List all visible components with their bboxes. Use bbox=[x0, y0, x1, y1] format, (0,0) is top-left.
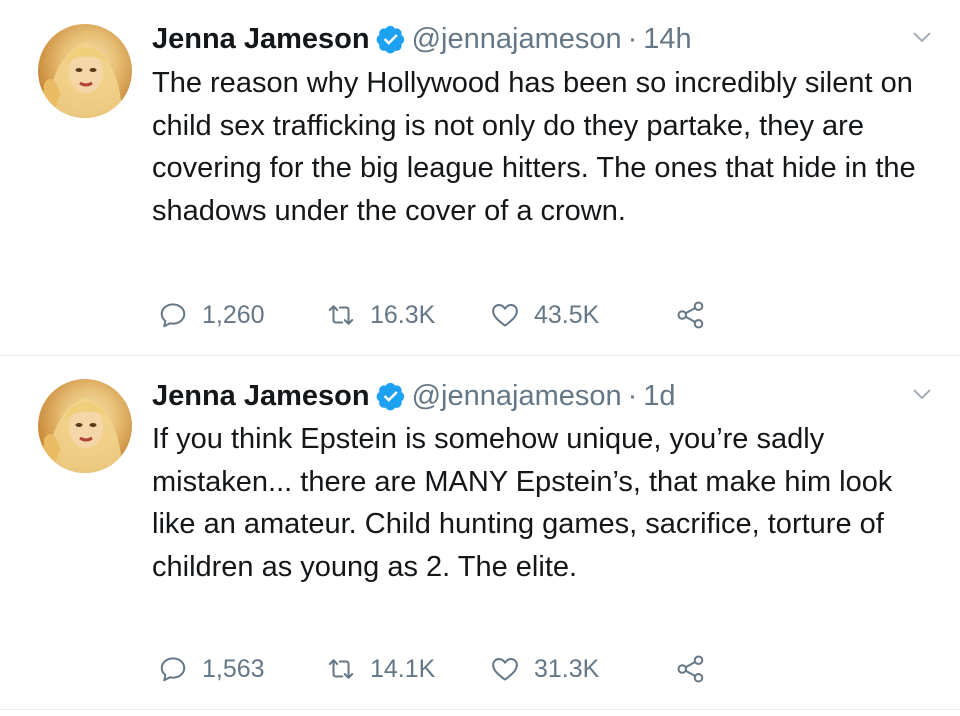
chevron-down-icon[interactable] bbox=[912, 30, 932, 44]
tweet-timestamp[interactable]: 14h bbox=[643, 19, 691, 59]
author-handle[interactable]: @jennajameson bbox=[412, 19, 622, 59]
verified-badge-icon bbox=[376, 25, 404, 54]
avatar[interactable] bbox=[38, 379, 132, 473]
like-button[interactable]: 43.5K bbox=[490, 300, 676, 330]
author-name[interactable]: Jenna Jameson bbox=[152, 19, 370, 59]
tweet-header: Jenna Jameson @jennajameson · 14h bbox=[152, 19, 920, 59]
tweet-timestamp[interactable]: 1d bbox=[643, 376, 675, 416]
chevron-down-icon[interactable] bbox=[912, 387, 932, 401]
author-name[interactable]: Jenna Jameson bbox=[152, 376, 370, 416]
separator-dot: · bbox=[627, 23, 638, 55]
reply-count: 1,563 bbox=[202, 654, 265, 683]
retweet-count: 14.1K bbox=[370, 654, 436, 683]
reply-button[interactable]: 1,260 bbox=[158, 300, 326, 330]
like-count: 31.3K bbox=[534, 654, 600, 683]
tweet[interactable]: Jenna Jameson @jennajameson · 14h The re… bbox=[0, 0, 960, 356]
reply-count: 1,260 bbox=[202, 300, 265, 329]
tweet[interactable]: Jenna Jameson @jennajameson · 1d If you … bbox=[0, 357, 960, 710]
tweet-actions: 1,260 16.3K 43.5K bbox=[158, 295, 706, 335]
like-button[interactable]: 31.3K bbox=[490, 654, 676, 684]
separator-dot: · bbox=[627, 380, 638, 412]
share-button[interactable] bbox=[676, 654, 706, 684]
like-count: 43.5K bbox=[534, 300, 600, 329]
author-handle[interactable]: @jennajameson bbox=[412, 376, 622, 416]
share-button[interactable] bbox=[676, 300, 706, 330]
heart-icon bbox=[492, 304, 518, 327]
verified-badge-icon bbox=[376, 382, 404, 411]
share-icon bbox=[677, 301, 704, 329]
avatar[interactable] bbox=[38, 24, 132, 118]
tweet-text: The reason why Hollywood has been so inc… bbox=[152, 67, 916, 227]
retweet-icon bbox=[328, 659, 354, 679]
retweet-button[interactable]: 16.3K bbox=[326, 300, 490, 330]
retweet-icon bbox=[328, 305, 354, 325]
reply-button[interactable]: 1,563 bbox=[158, 654, 326, 684]
reply-icon bbox=[160, 303, 186, 328]
tweet-feed: Jenna Jameson @jennajameson · 14h The re… bbox=[0, 0, 960, 716]
retweet-count: 16.3K bbox=[370, 300, 436, 329]
retweet-button[interactable]: 14.1K bbox=[326, 654, 490, 684]
share-icon bbox=[677, 655, 704, 683]
tweet-header: Jenna Jameson @jennajameson · 1d bbox=[152, 376, 920, 416]
tweet-actions: 1,563 14.1K 31.3K bbox=[158, 649, 706, 689]
reply-icon bbox=[160, 657, 186, 682]
tweet-text: If you think Epstein is somehow unique, … bbox=[152, 423, 893, 583]
heart-icon bbox=[492, 658, 518, 681]
